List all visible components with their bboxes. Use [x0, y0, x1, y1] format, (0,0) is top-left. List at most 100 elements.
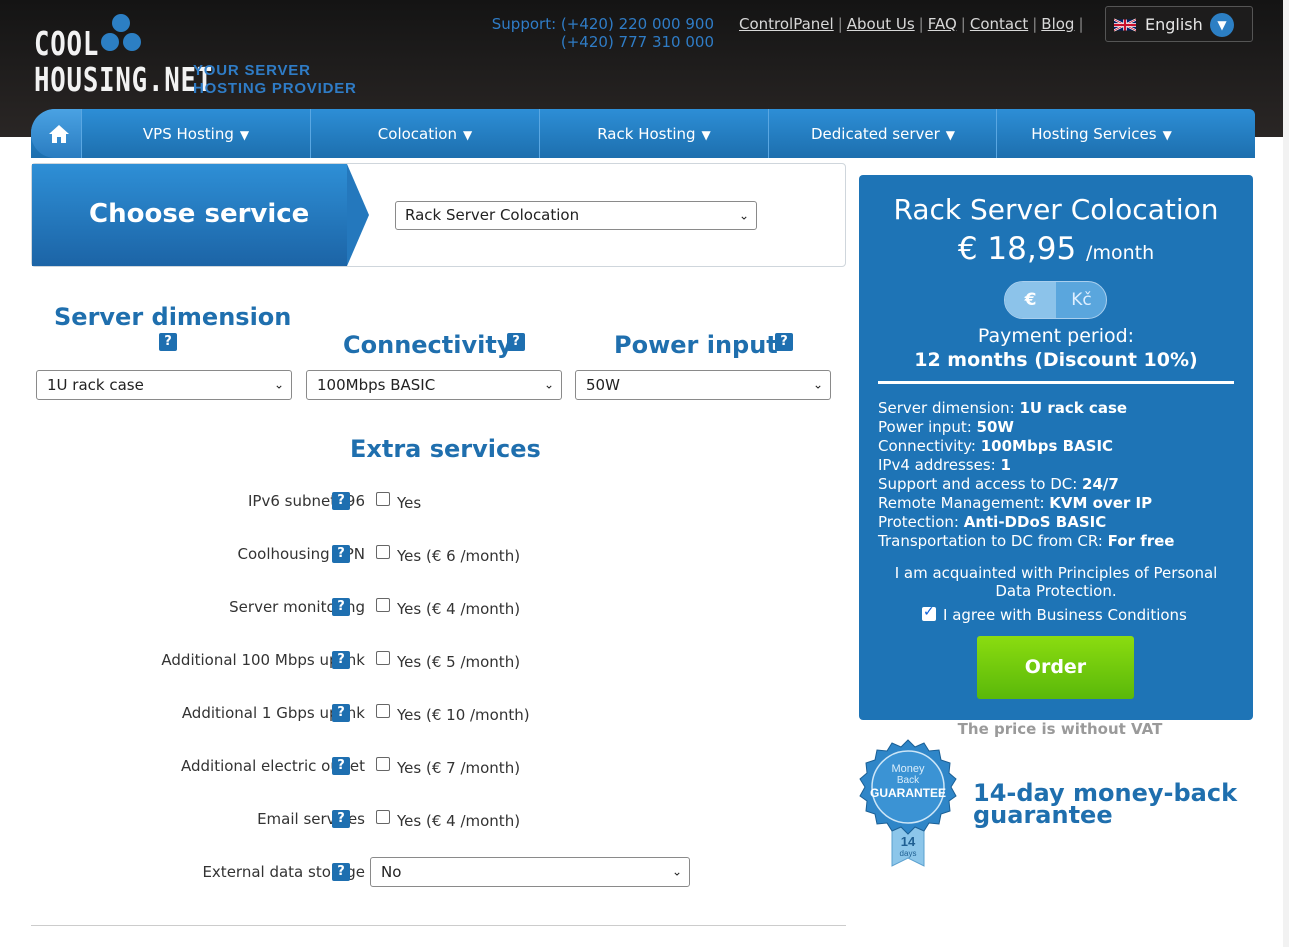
- link-about-us[interactable]: About Us: [847, 15, 915, 33]
- support-phone-2[interactable]: (+420) 777 310 000: [484, 33, 714, 51]
- extra-services-title: Extra services: [350, 435, 541, 463]
- summary-title: Rack Server Colocation: [893, 193, 1219, 226]
- currency-czk-button[interactable]: Kč: [1056, 282, 1106, 318]
- extra-checkbox-monitoring[interactable]: [376, 598, 390, 612]
- order-summary-panel: Rack Server Colocation € 18,95 /month € …: [859, 175, 1253, 720]
- extra-option: Yes (€ 7 /month): [397, 759, 521, 777]
- language-selector[interactable]: English ▼: [1105, 6, 1253, 42]
- tagline-line2: HOSTING PROVIDER: [193, 80, 357, 97]
- connectivity-value[interactable]: 100Mbps BASIC: [306, 370, 562, 400]
- extra-checkbox-outlet[interactable]: [376, 757, 390, 771]
- link-blog[interactable]: Blog: [1041, 15, 1074, 33]
- nav-rack-hosting[interactable]: Rack Hosting ▼: [539, 109, 768, 158]
- uk-flag-icon: [1114, 18, 1136, 32]
- nav-label: VPS Hosting: [142, 125, 234, 143]
- money-back-line2: guarantee: [973, 801, 1113, 829]
- power-input-help-icon[interactable]: ?: [775, 333, 793, 351]
- help-icon[interactable]: ?: [332, 757, 350, 775]
- main-nav: VPS Hosting ▼ Colocation ▼ Rack Hosting ▼ D…: [31, 109, 1255, 158]
- power-input-select[interactable]: 50W ⌄: [575, 370, 831, 400]
- help-icon[interactable]: ?: [332, 651, 350, 669]
- support-phone-1[interactable]: Support: (+420) 220 000 900: [484, 15, 714, 33]
- help-icon[interactable]: ?: [332, 545, 350, 563]
- nav-colocation[interactable]: Colocation ▼: [310, 109, 539, 158]
- logo-text-cool[interactable]: COOL: [34, 24, 99, 63]
- connectivity-select[interactable]: 100Mbps BASIC ⌄: [306, 370, 562, 400]
- server-dimension-help-icon[interactable]: ?: [159, 333, 177, 351]
- nav-vps-hosting[interactable]: VPS Hosting ▼: [81, 109, 310, 158]
- external-storage-value[interactable]: No: [370, 857, 690, 887]
- external-storage-select[interactable]: No ⌄: [370, 857, 690, 887]
- chevron-down-icon[interactable]: ▼: [1210, 13, 1234, 37]
- extra-option: Yes (€ 4 /month): [397, 812, 521, 830]
- nav-label: Hosting Services: [1031, 125, 1157, 143]
- server-dimension-value[interactable]: 1U rack case: [36, 370, 292, 400]
- currency-toggle: € Kč: [1004, 281, 1107, 319]
- svg-text:days: days: [900, 849, 917, 858]
- server-dimension-title: Server dimension: [54, 303, 292, 331]
- vat-note: The price is without VAT: [957, 720, 1163, 738]
- service-select[interactable]: Rack Server Colocation ⌄: [395, 201, 757, 230]
- nav-hosting-services[interactable]: Hosting Services ▼: [996, 109, 1206, 158]
- order-button[interactable]: Order: [977, 636, 1134, 699]
- power-input-title: Power input: [614, 331, 778, 359]
- connectivity-title: Connectivity: [343, 331, 513, 359]
- caret-down-icon: ▼: [945, 128, 956, 142]
- svg-text:GUARANTEE: GUARANTEE: [870, 786, 946, 800]
- extra-option: Yes: [397, 494, 422, 512]
- server-dimension-select[interactable]: 1U rack case ⌄: [36, 370, 292, 400]
- logo-dots-icon: [96, 12, 146, 58]
- tagline-line1: YOUR SERVER: [193, 62, 311, 79]
- nav-home[interactable]: [31, 109, 81, 158]
- logo-text-housing[interactable]: HOUSING.NET: [34, 60, 213, 99]
- extra-option: Yes (€ 6 /month): [397, 547, 521, 565]
- svg-text:Money: Money: [891, 763, 925, 775]
- support-phones: Support: (+420) 220 000 900 (+420) 777 3…: [484, 15, 714, 51]
- link-contact[interactable]: Contact: [970, 15, 1028, 33]
- help-icon[interactable]: ?: [332, 598, 350, 616]
- nav-dedicated-server[interactable]: Dedicated server ▼: [768, 109, 997, 158]
- price-value: € 18,95: [957, 231, 1077, 267]
- spec-item: Connectivity: 100Mbps BASIC: [878, 437, 1114, 455]
- link-faq[interactable]: FAQ: [928, 15, 957, 33]
- spec-item: Protection: Anti-DDoS BASIC: [878, 513, 1107, 531]
- agree-checkbox[interactable]: [922, 604, 936, 621]
- divider: [31, 925, 846, 926]
- spec-item: Support and access to DC: 24/7: [878, 475, 1119, 493]
- help-icon[interactable]: ?: [332, 863, 350, 881]
- extra-option: Yes (€ 5 /month): [397, 653, 521, 671]
- help-icon[interactable]: ?: [332, 492, 350, 510]
- extra-checkbox-100mbps[interactable]: [376, 651, 390, 665]
- extra-checkbox-ipv6[interactable]: [376, 492, 390, 506]
- privacy-link[interactable]: I am acquainted with Principles of Perso…: [879, 564, 1233, 600]
- link-controlpanel[interactable]: ControlPanel: [739, 15, 834, 33]
- extra-checkbox-email[interactable]: [376, 810, 390, 824]
- caret-down-icon: ▼: [1162, 128, 1172, 142]
- spec-list: Server dimension: 1U rack case Power inp…: [878, 399, 1174, 551]
- price-period: /month: [1086, 242, 1155, 264]
- spec-item: Server dimension: 1U rack case: [878, 399, 1128, 417]
- nav-label: Rack Hosting: [597, 125, 696, 143]
- help-icon[interactable]: ?: [332, 704, 350, 722]
- spec-item: IPv4 addresses: 1: [878, 456, 1011, 474]
- help-icon[interactable]: ?: [332, 810, 350, 828]
- service-select-value[interactable]: Rack Server Colocation: [395, 201, 757, 230]
- extra-row-monitoring: Server monitoring ? Yes (€ 4 /month): [40, 594, 840, 622]
- extra-checkbox-1gbps[interactable]: [376, 704, 390, 718]
- choose-service-box: Choose service Rack Server Colocation ⌄: [31, 163, 846, 267]
- svg-text:14: 14: [901, 834, 916, 849]
- summary-price: € 18,95 /month: [859, 231, 1253, 267]
- home-icon: [49, 125, 69, 143]
- spec-item: Transportation to DC from CR: For free: [878, 532, 1175, 550]
- extra-option: Yes (€ 4 /month): [397, 600, 521, 618]
- currency-eur-button[interactable]: €: [1005, 282, 1056, 318]
- caret-down-icon: ▼: [701, 128, 711, 142]
- summary-divider: [878, 381, 1234, 384]
- scrollbar[interactable]: [1283, 0, 1289, 947]
- power-input-value[interactable]: 50W: [575, 370, 831, 400]
- caret-down-icon: ▼: [239, 128, 250, 142]
- agree-label[interactable]: I agree with Business Conditions: [943, 606, 1187, 624]
- spec-item: Power input: 50W: [878, 418, 1014, 436]
- extra-checkbox-vpn[interactable]: [376, 545, 390, 559]
- connectivity-help-icon[interactable]: ?: [507, 333, 525, 351]
